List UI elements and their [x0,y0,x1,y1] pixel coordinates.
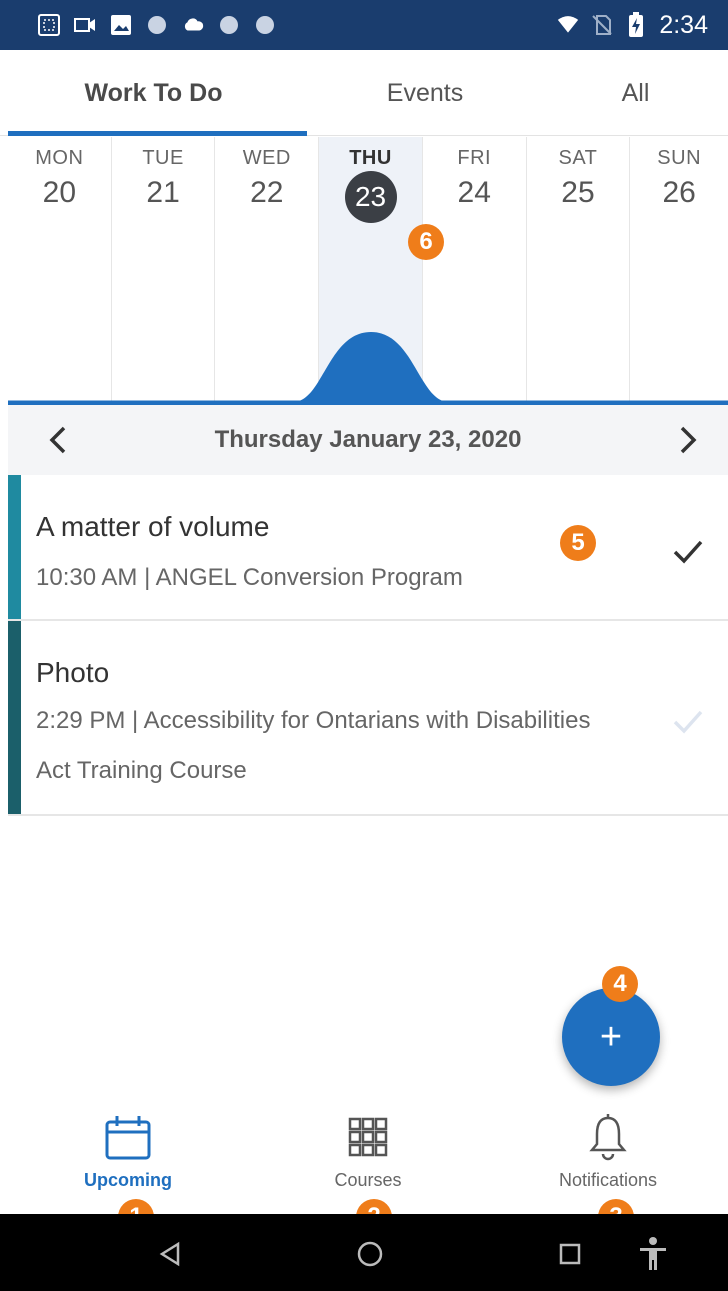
circle-icon [146,14,168,36]
item-title: A matter of volume [36,511,270,542]
back-triangle-icon [159,1241,180,1267]
accessibility-button[interactable] [633,1234,673,1274]
day-name: THU [349,147,392,169]
nav-notifications[interactable]: Notifications [488,1100,728,1214]
item-meta: 10:30 AM | ANGEL Conversion Program [36,564,463,591]
day-wed[interactable]: WED 22 [215,137,320,403]
recents-square-icon [559,1243,581,1265]
bottom-navigation: Upcoming Courses Notifications [8,1100,728,1214]
battery-charging-icon [625,12,647,37]
day-sat[interactable]: SAT 25 [527,137,631,403]
item-meta: 2:29 PM | Accessibility for Ontarians wi… [36,707,591,784]
tab-work-to-do[interactable]: Work To Do [0,50,307,136]
top-tabs: Work To Do Events All [0,50,728,136]
day-name: MON [35,147,84,169]
annotation-badge-4: 4 [602,966,638,1002]
back-button[interactable] [150,1234,190,1274]
item-color-bar [8,475,21,619]
next-day-button[interactable] [658,405,718,475]
recents-button[interactable] [550,1234,590,1274]
day-name: SAT [558,147,598,169]
day-number: 24 [457,176,491,209]
system-navigation-bar [0,1214,728,1291]
day-sun[interactable]: SUN 26 [630,137,728,403]
tab-all[interactable]: All [543,50,728,136]
nav-label: Notifications [558,1170,658,1190]
active-tab-indicator [8,131,307,136]
video-icon [74,14,96,36]
home-button[interactable] [350,1234,390,1274]
prev-day-button[interactable] [28,405,88,475]
cloud-icon [182,14,204,36]
date-navigation: Thursday January 23, 2020 [8,405,728,475]
nav-courses[interactable]: Courses [248,1100,488,1214]
annotation-badge-6: 6 [408,224,444,260]
tab-events[interactable]: Events [307,50,543,136]
home-circle-icon [357,1241,383,1267]
day-number: 25 [561,176,595,209]
day-name: FRI [457,147,492,169]
selected-day-number: 23 [344,171,397,223]
item-color-bar [8,621,21,814]
annotation-badge-5: 5 [560,525,596,561]
check-icon[interactable] [670,703,706,739]
day-tue[interactable]: TUE 21 [112,137,216,403]
week-calendar: MON 20 TUE 21 WED 22 THU 23 FRI 24 SAT 2… [8,137,728,403]
day-name: TUE [142,147,184,169]
grid-icon [348,1117,388,1157]
no-sim-icon [591,14,613,36]
image-icon [110,14,132,36]
bell-icon [589,1114,627,1161]
day-thu-selected[interactable]: THU 23 [319,137,423,403]
status-right-icons: 2:34 [557,11,708,40]
calendar-icon [105,1116,151,1160]
status-bar: 2:34 [0,0,728,50]
wifi-icon [557,14,579,36]
day-number: 26 [662,176,696,209]
nav-label: Courses [334,1170,402,1190]
day-mon[interactable]: MON 20 [8,137,112,403]
nav-label: Upcoming [84,1170,172,1190]
day-name: WED [242,147,291,169]
add-button[interactable]: + [562,988,660,1086]
status-left-icons [38,14,276,36]
status-time: 2:34 [659,10,708,39]
accessibility-icon [640,1237,666,1270]
check-icon[interactable] [670,533,706,569]
chevron-left-icon [49,426,66,454]
screenshot-icon [38,14,60,36]
selected-date-label: Thursday January 23, 2020 [214,426,522,453]
item-title: Photo [36,657,110,688]
list-item[interactable]: Photo 2:29 PM | Accessibility for Ontari… [8,621,728,816]
day-name: SUN [657,147,702,169]
chevron-right-icon [680,426,697,454]
list-item[interactable]: A matter of volume 10:30 AM | ANGEL Conv… [8,475,728,621]
circle-icon [218,14,240,36]
day-number: 21 [146,176,180,209]
circle-icon [254,14,276,36]
day-fri[interactable]: FRI 24 [423,137,527,403]
day-number: 20 [42,176,77,209]
day-number: 22 [250,176,284,209]
nav-upcoming[interactable]: Upcoming [8,1100,248,1214]
